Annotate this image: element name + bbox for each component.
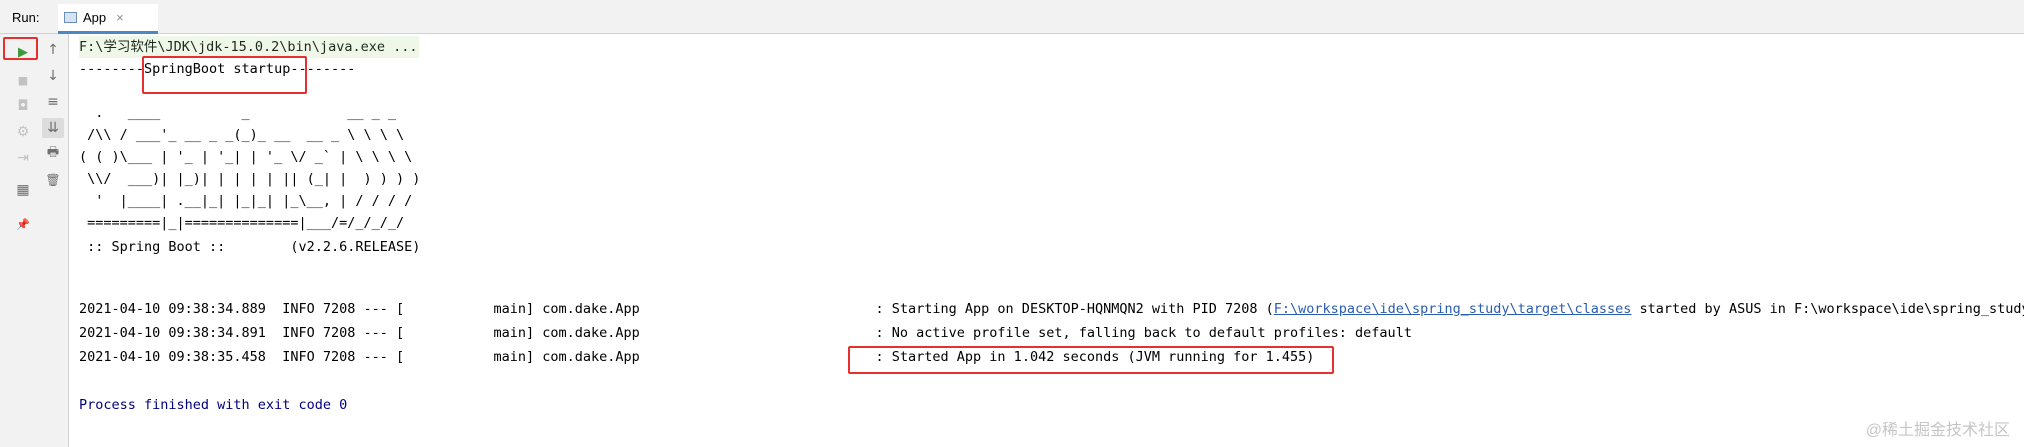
run-toolbar-secondary: ↑ ↓ ≡ ⇊ 🖶 🗑 [38,34,69,447]
java-command-line: F:\学习软件\JDK\jdk-15.0.2\bin\java.exe ... [79,36,420,58]
log-line: 2021-04-10 09:38:34.889 INFO 7208 --- [ … [79,298,2024,320]
down-arrow-icon[interactable]: ↓ [42,66,64,86]
log-text: 2021-04-10 09:38:35.458 INFO 7208 --- [ … [79,349,876,365]
print-icon[interactable]: 🖶 [42,144,64,164]
run-toolbar-primary: ▶ ■ ◘ ⚙ ⇥ ▦ 📌 [8,34,39,447]
up-arrow-icon[interactable]: ↑ [42,40,64,60]
camera-icon[interactable]: ◘ [12,96,34,116]
soft-wrap-icon[interactable]: ≡ [42,92,64,112]
log-text: 2021-04-10 09:38:34.889 INFO 7208 --- [ … [79,301,1274,317]
startup-highlight-box [142,56,307,94]
tab-app-label: App [83,10,107,25]
exit-message: Process finished with exit code 0 [79,397,348,413]
ascii-art-line: ( ( )\___ | '_ | '_| | '_ \/ _` | \ \ \ … [79,149,413,165]
run-label: Run: [12,10,40,25]
started-highlight-box [848,346,1334,374]
close-icon[interactable]: × [116,10,124,25]
application-icon [64,12,77,23]
console-output[interactable]: F:\学习软件\JDK\jdk-15.0.2\bin\java.exe ... … [79,36,2024,446]
rerun-highlight-box [3,37,38,60]
layout-grid-icon[interactable]: ▦ [12,180,34,200]
settings-icon[interactable]: ⚙ [12,122,34,142]
watermark: @稀土掘金技术社区 [1865,422,2010,439]
ascii-art-line: \\/ ___)| |_)| | | | | || (_| | ) ) ) ) [79,171,421,187]
classes-path-link[interactable]: F:\workspace\ide\spring_study\target\cla… [1274,301,1632,317]
trash-icon[interactable]: 🗑 [42,170,64,190]
run-tool-window-header: Run: App × [0,0,2024,34]
stop-button[interactable]: ■ [12,70,34,90]
login-icon[interactable]: ⇥ [12,148,34,168]
tab-app[interactable]: App × [58,4,158,34]
ascii-art-line: =========|_|==============|___/=/_/_/_/ [79,215,405,231]
pin-icon[interactable]: 📌 [12,214,34,234]
ascii-art-line: . ____ _ __ _ _ [79,105,396,121]
log-text: started by ASUS in F:\workspace\ide\spri… [1631,301,2024,317]
scroll-to-end-icon[interactable]: ⇊ [42,118,64,138]
log-text: 2021-04-10 09:38:34.891 INFO 7208 --- [ … [79,325,876,341]
ascii-art-line: ' |____| .__|_| |_|_| |_\__, | / / / / [79,193,413,209]
log-message: : No active profile set, falling back to… [875,325,1412,341]
ascii-art-line: /\\ / ___'_ __ _ _(_)_ __ __ _ \ \ \ \ [79,127,405,143]
log-line: 2021-04-10 09:38:34.891 INFO 7208 --- [ … [79,322,1412,344]
spring-boot-version-line: :: Spring Boot :: (v2.2.6.RELEASE) [79,239,421,255]
